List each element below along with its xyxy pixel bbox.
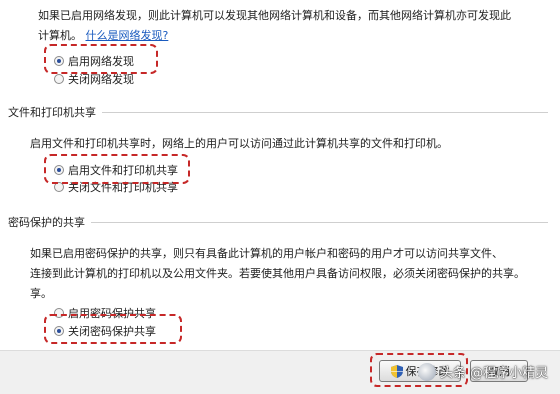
section-file-printer-sharing: 文件和打印机共享 [8,104,548,120]
password-sharing-description: 如果已启用密码保护的共享，则只有具备此计算机的用户帐户和密码的用户才可以访问共享… [30,244,525,304]
watermark: 头条 @程序小精灵 [418,362,548,381]
file-printer-sharing-description: 启用文件和打印机共享时，网络上的用户可以访问通过此计算机共享的文件和打印机。 [30,137,448,150]
network-discovery-description-line2-wrap: 计算机。 什么是网络发现? [38,26,511,46]
password-sharing-description-line3: 享。 [30,287,52,300]
highlight-annotation [44,44,158,74]
network-discovery-description-line2: 计算机。 [38,29,82,42]
password-sharing-description-line2: 连接到此计算机的打印机以及公用文件夹。若要使其他用户具备访问权限，必须关闭密码保… [30,267,525,280]
section-title: 密码保护的共享 [8,216,85,229]
watermark-logo-icon [418,362,436,381]
section-password-sharing: 密码保护的共享 [8,214,548,230]
watermark-text: 头条 @程序小精灵 [440,366,549,381]
what-is-network-discovery-link[interactable]: 什么是网络发现? [86,29,169,42]
network-discovery-description-line1: 如果已启用网络发现，则此计算机可以发现其他网络计算机和设备，而其他网络计算机亦可… [38,9,511,22]
section-divider [102,111,548,113]
network-discovery-description: 如果已启用网络发现，则此计算机可以发现其他网络计算机和设备，而其他网络计算机亦可… [38,6,511,46]
section-divider [91,221,548,223]
password-sharing-description-line1: 如果已启用密码保护的共享，则只有具备此计算机的用户帐户和密码的用户才可以访问共享… [30,247,503,260]
highlight-annotation [44,314,182,344]
section-title: 文件和打印机共享 [8,106,96,119]
radio-button[interactable] [54,74,64,84]
highlight-annotation [44,154,190,184]
